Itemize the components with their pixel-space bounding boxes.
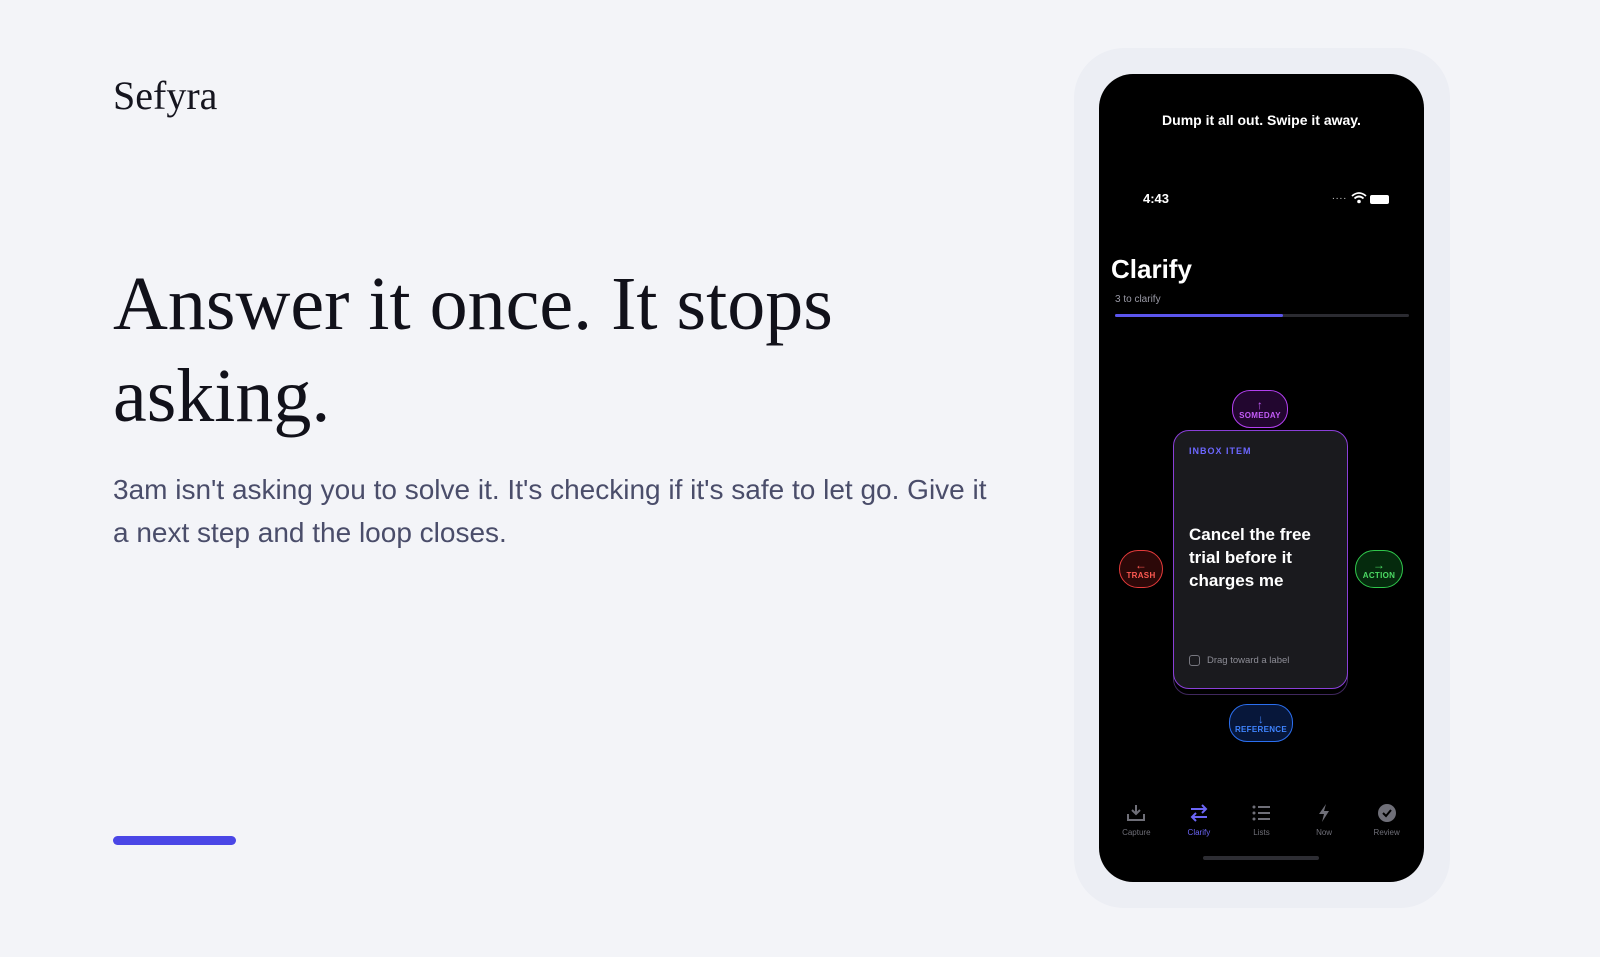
tab-lists-label: Lists <box>1253 828 1270 837</box>
screen-title: Clarify <box>1111 254 1192 284</box>
someday-label-text: SOMEDAY <box>1239 410 1281 420</box>
battery-icon <box>1370 195 1389 204</box>
phone-mockup: Dump it all out. Swipe it away. 4:43 ...… <box>1099 74 1424 882</box>
card-text: Cancel the free trial before it charges … <box>1189 525 1311 590</box>
tab-lists[interactable]: Lists <box>1235 802 1287 852</box>
accent-bar <box>113 836 236 845</box>
drag-hand-icon <box>1189 655 1200 666</box>
brand-logo[interactable]: Sefyra <box>113 72 217 119</box>
trash-label[interactable]: ← TRASH <box>1119 550 1163 588</box>
card-kicker: INBOX ITEM <box>1189 446 1252 456</box>
reference-label-text: REFERENCE <box>1234 724 1288 734</box>
reference-label[interactable]: ↓ REFERENCE <box>1229 704 1293 742</box>
arrow-up-icon: ↑ <box>1256 397 1264 412</box>
someday-label[interactable]: ↑ SOMEDAY <box>1232 390 1288 428</box>
tab-review[interactable]: Review <box>1361 802 1413 852</box>
tray-download-icon <box>1125 802 1147 824</box>
swap-arrows-icon <box>1188 802 1210 824</box>
tab-review-label: Review <box>1373 828 1400 837</box>
hero-subtext: 3am isn't asking you to solve it. It's c… <box>113 474 987 548</box>
wifi-icon <box>1351 192 1367 204</box>
check-circle-icon <box>1376 802 1398 824</box>
arrow-down-icon: ↓ <box>1257 711 1265 726</box>
status-time: 4:43 <box>1143 191 1170 206</box>
home-indicator <box>1203 856 1319 860</box>
tab-clarify[interactable]: Clarify <box>1173 802 1225 852</box>
tab-capture[interactable]: Capture <box>1110 802 1162 852</box>
action-label[interactable]: → ACTION <box>1355 550 1403 588</box>
hero-headline: Answer it once. It stops asking. <box>113 262 833 438</box>
tab-clarify-label: Clarify <box>1187 828 1211 837</box>
progress-fill <box>1115 314 1283 317</box>
tab-bar: Capture Clarify Lists Now Review <box>1099 802 1424 852</box>
action-label-text: ACTION <box>1362 570 1396 580</box>
tab-capture-label: Capture <box>1122 828 1151 837</box>
clarify-count: 3 to clarify <box>1115 294 1161 305</box>
lightning-icon <box>1313 802 1335 824</box>
inbox-card[interactable]: INBOX ITEM Cancel the free trial before … <box>1173 430 1348 689</box>
arrow-right-icon: → <box>1372 557 1386 572</box>
progress-bar <box>1115 314 1409 317</box>
list-icon <box>1250 802 1272 824</box>
tab-now-label: Now <box>1316 828 1333 837</box>
phone-tagline: Dump it all out. Swipe it away. <box>1162 112 1361 128</box>
tab-now[interactable]: Now <box>1298 802 1350 852</box>
arrow-left-icon: ← <box>1134 557 1148 572</box>
signal-icon: .... <box>1332 191 1348 202</box>
card-hint: Drag toward a label <box>1207 655 1290 666</box>
trash-label-text: TRASH <box>1126 570 1156 580</box>
